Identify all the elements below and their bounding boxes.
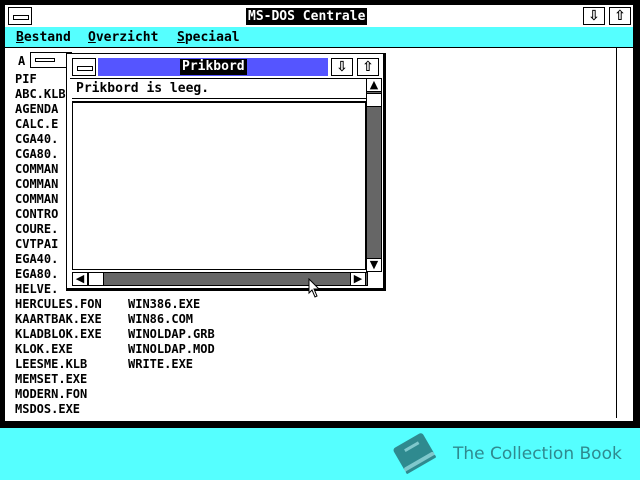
file-item[interactable]: WINOLDAP.GRB bbox=[128, 327, 215, 342]
clipboard-title: Prikbord bbox=[180, 59, 247, 75]
file-item[interactable]: KLADBLOK.EXE bbox=[15, 327, 102, 342]
scroll-thumb-vertical[interactable] bbox=[366, 93, 382, 107]
arrow-right-icon: ▶ bbox=[353, 272, 363, 285]
clipboard-minimize-button[interactable]: ⇩ bbox=[331, 58, 353, 76]
file-item[interactable]: HERCULES.FON bbox=[15, 297, 102, 312]
file-item[interactable]: WINOLDAP.MOD bbox=[128, 342, 215, 357]
file-item[interactable]: MEMSET.EXE bbox=[15, 372, 102, 387]
menu-overzicht[interactable]: Overzicht bbox=[88, 30, 158, 45]
window-title: MS-DOS Centrale bbox=[246, 8, 368, 25]
minimize-button[interactable]: ⇩ bbox=[583, 7, 605, 25]
branding-text: The Collection Book bbox=[453, 444, 622, 464]
book-logo-icon bbox=[393, 433, 436, 474]
scroll-down-button[interactable]: ▼ bbox=[366, 258, 382, 272]
arrow-left-icon: ◀ bbox=[75, 272, 85, 285]
arrow-up-icon: ▲ bbox=[369, 78, 379, 91]
drive-a-label[interactable]: A bbox=[18, 54, 25, 68]
arrow-down-icon: ▼ bbox=[369, 258, 379, 271]
file-item[interactable]: LEESME.KLB bbox=[15, 357, 102, 372]
file-item[interactable]: KLOK.EXE bbox=[15, 342, 102, 357]
up-arrow-icon: ⇧ bbox=[614, 8, 626, 24]
clipboard-status-text: Prikbord is leeg. bbox=[76, 81, 210, 96]
system-menu-icon bbox=[13, 15, 29, 20]
file-item[interactable]: WIN86.COM bbox=[128, 312, 215, 327]
main-vertical-scrollbar[interactable] bbox=[616, 48, 632, 418]
system-menu-icon bbox=[77, 66, 93, 71]
down-arrow-icon: ⇩ bbox=[336, 59, 348, 75]
down-arrow-icon: ⇩ bbox=[588, 8, 600, 24]
scroll-thumb-horizontal[interactable] bbox=[88, 272, 104, 286]
clipboard-system-menu-button[interactable] bbox=[72, 58, 96, 76]
file-list-column-2: WIN386.EXE WIN86.COM WINOLDAP.GRB WINOLD… bbox=[128, 297, 215, 372]
mouse-pointer-icon bbox=[308, 278, 321, 298]
up-arrow-icon: ⇧ bbox=[362, 59, 374, 75]
clipboard-content-area[interactable] bbox=[72, 102, 366, 270]
clipboard-title-divider bbox=[70, 78, 382, 79]
menu-speciaal[interactable]: Speciaal bbox=[177, 30, 240, 45]
system-menu-button[interactable] bbox=[8, 7, 32, 25]
clipboard-maximize-button[interactable]: ⇧ bbox=[357, 58, 379, 76]
maximize-button[interactable]: ⇧ bbox=[609, 7, 631, 25]
clipboard-vertical-scrollbar[interactable] bbox=[366, 78, 382, 272]
clipboard-horizontal-scrollbar[interactable] bbox=[72, 272, 368, 286]
file-item[interactable]: WIN386.EXE bbox=[128, 297, 215, 312]
menu-bestand[interactable]: Bestand bbox=[16, 30, 71, 45]
file-item[interactable]: MODERN.FON bbox=[15, 387, 102, 402]
file-item[interactable]: WRITE.EXE bbox=[128, 357, 215, 372]
scroll-right-button[interactable]: ▶ bbox=[350, 272, 366, 286]
scroll-up-button[interactable]: ▲ bbox=[366, 78, 382, 92]
file-item[interactable]: KAARTBAK.EXE bbox=[15, 312, 102, 327]
scroll-left-button[interactable]: ◀ bbox=[72, 272, 88, 286]
file-item[interactable]: MSDOS.EXE bbox=[15, 402, 102, 417]
